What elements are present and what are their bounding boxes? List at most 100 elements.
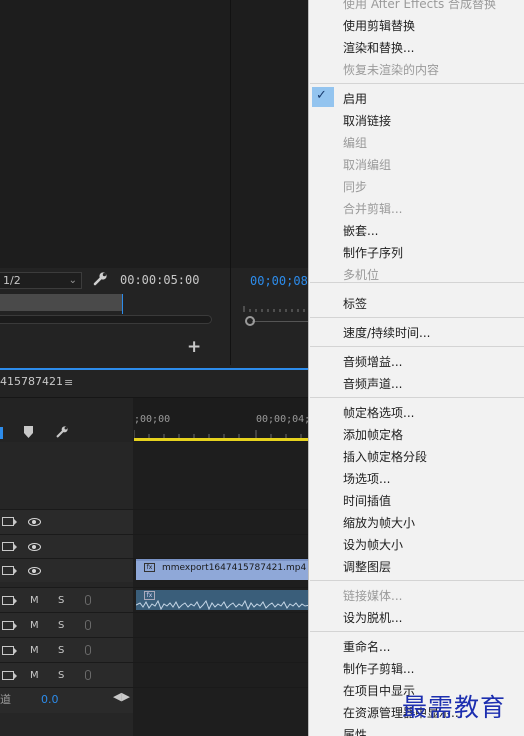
program-time-ruler[interactable] — [242, 302, 310, 316]
menu-item: 编组 — [343, 136, 368, 150]
menu-item[interactable]: 制作子序列 — [343, 244, 403, 261]
menu-separator — [310, 83, 524, 84]
program-scroll-handle[interactable] — [245, 316, 255, 326]
context-menu — [308, 0, 524, 736]
audio-track-2[interactable]: M S — [0, 612, 310, 637]
snap-indicator[interactable] — [0, 427, 3, 439]
menu-item[interactable]: 添加帧定格 — [343, 426, 403, 443]
timeline-sequence-tab[interactable]: 415787421 — [0, 375, 63, 388]
chevron-down-icon: ⌄ — [68, 275, 77, 286]
ruler-timecode-start: ;00;00 — [134, 414, 171, 425]
plus-icon[interactable]: + — [187, 337, 201, 357]
mic-icon[interactable] — [85, 670, 91, 680]
audio-clip[interactable]: fx — [136, 590, 310, 610]
source-time-ruler[interactable] — [0, 294, 123, 311]
menu-item: 同步 — [343, 180, 368, 194]
watermark: 最需教育 — [402, 693, 507, 722]
mute-button[interactable]: M — [30, 595, 39, 606]
menu-item[interactable]: 场选项... — [343, 470, 390, 487]
check-icon: ✓ — [316, 88, 327, 103]
ruler-ticks — [134, 430, 302, 438]
film-icon[interactable] — [2, 646, 17, 655]
menu-item: 恢复未渲染的内容 — [343, 63, 440, 77]
solo-button[interactable]: S — [58, 595, 64, 606]
mic-icon[interactable] — [85, 620, 91, 630]
menu-item[interactable]: 嵌套... — [343, 222, 378, 239]
mute-button[interactable]: M — [30, 645, 39, 656]
source-zoom-value: 1/2 — [3, 274, 21, 287]
menu-separator — [310, 317, 524, 318]
film-icon[interactable] — [2, 566, 17, 575]
track-header — [0, 663, 133, 687]
menu-item[interactable]: 渲染和替换... — [343, 39, 414, 56]
source-playhead[interactable] — [122, 294, 123, 314]
menu-item[interactable]: 调整图层 — [343, 558, 391, 575]
program-scrollbar[interactable] — [252, 321, 310, 322]
solo-button[interactable]: S — [58, 645, 64, 656]
wrench-icon[interactable] — [55, 425, 69, 439]
source-zoom-scrollbar[interactable] — [0, 315, 212, 324]
track-header — [0, 559, 133, 582]
fx-badge: fx — [144, 563, 155, 572]
video-track-3[interactable] — [0, 509, 310, 534]
menu-item: 多机位 — [343, 268, 380, 282]
menu-item[interactable]: 帧定格选项... — [343, 404, 414, 421]
film-icon[interactable] — [2, 596, 17, 605]
eye-icon[interactable] — [28, 567, 41, 575]
go-to-end-icon[interactable]: ◀▶ — [113, 690, 130, 703]
menu-item[interactable]: 时间插值 — [343, 492, 391, 509]
audio-track-3[interactable]: M S — [0, 637, 310, 662]
menu-separator — [310, 346, 524, 347]
wrench-icon[interactable] — [92, 271, 108, 287]
menu-item[interactable]: 插入帧定格分段 — [343, 448, 427, 465]
film-icon[interactable] — [2, 542, 17, 551]
mute-button[interactable]: M — [30, 620, 39, 631]
menu-item[interactable]: 设为脱机... — [343, 609, 402, 626]
audio-waveform — [136, 600, 310, 610]
menu-item: 取消编组 — [343, 158, 392, 172]
menu-item[interactable]: 音频增益... — [343, 353, 402, 370]
eye-icon[interactable] — [28, 518, 41, 526]
mute-button[interactable]: M — [30, 670, 39, 681]
program-timecode[interactable]: 00;00;08; — [250, 274, 315, 288]
menu-separator — [310, 631, 524, 632]
eye-icon[interactable] — [28, 543, 41, 551]
marker-icon[interactable] — [24, 426, 33, 438]
film-icon[interactable] — [2, 671, 17, 680]
source-zoom-select[interactable]: 1/2 ⌄ — [0, 272, 82, 289]
menu-item[interactable]: 缩放为帧大小 — [343, 514, 415, 531]
menu-item[interactable]: 音频声道... — [343, 375, 402, 392]
menu-item[interactable]: 标签 — [343, 295, 367, 312]
menu-item[interactable]: 启用 — [343, 90, 367, 107]
track-header — [0, 535, 133, 558]
menu-item[interactable]: 使用剪辑替换 — [343, 17, 415, 34]
source-timecode[interactable]: 00:00:05:00 — [120, 273, 199, 287]
hamburger-menu-icon[interactable]: ≡ — [64, 376, 73, 389]
video-track-2[interactable] — [0, 534, 310, 558]
track-header — [0, 588, 133, 612]
menu-item: 链接媒体... — [343, 589, 403, 603]
fx-badge: fx — [144, 591, 155, 600]
menu-item[interactable]: 属性 — [343, 726, 367, 736]
menu-item[interactable]: 速度/持续时间... — [343, 324, 431, 341]
track-header — [0, 510, 133, 534]
mic-icon[interactable] — [85, 645, 91, 655]
menu-item[interactable]: 取消链接 — [343, 112, 391, 129]
solo-button[interactable]: S — [58, 670, 64, 681]
film-icon[interactable] — [2, 621, 17, 630]
menu-separator — [310, 397, 524, 398]
menu-item: 使用 After Effects 合成替换 — [343, 0, 497, 11]
audio-track-4[interactable]: M S — [0, 662, 310, 687]
clip-name: mmexport1647415787421.mp4 [V] — [162, 563, 323, 573]
menu-item[interactable]: 重命名... — [343, 638, 390, 655]
master-track-label: 道 — [0, 693, 11, 706]
mic-icon[interactable] — [85, 595, 91, 605]
menu-item[interactable]: 制作子剪辑... — [343, 660, 414, 677]
video-clip[interactable]: fx mmexport1647415787421.mp4 [V] — [136, 559, 322, 580]
master-volume-value[interactable]: 0.0 — [41, 693, 59, 706]
track-header — [0, 638, 133, 662]
solo-button[interactable]: S — [58, 620, 64, 631]
work-area-bar[interactable] — [134, 438, 310, 441]
menu-item[interactable]: 设为帧大小 — [343, 536, 403, 553]
film-icon[interactable] — [2, 517, 17, 526]
